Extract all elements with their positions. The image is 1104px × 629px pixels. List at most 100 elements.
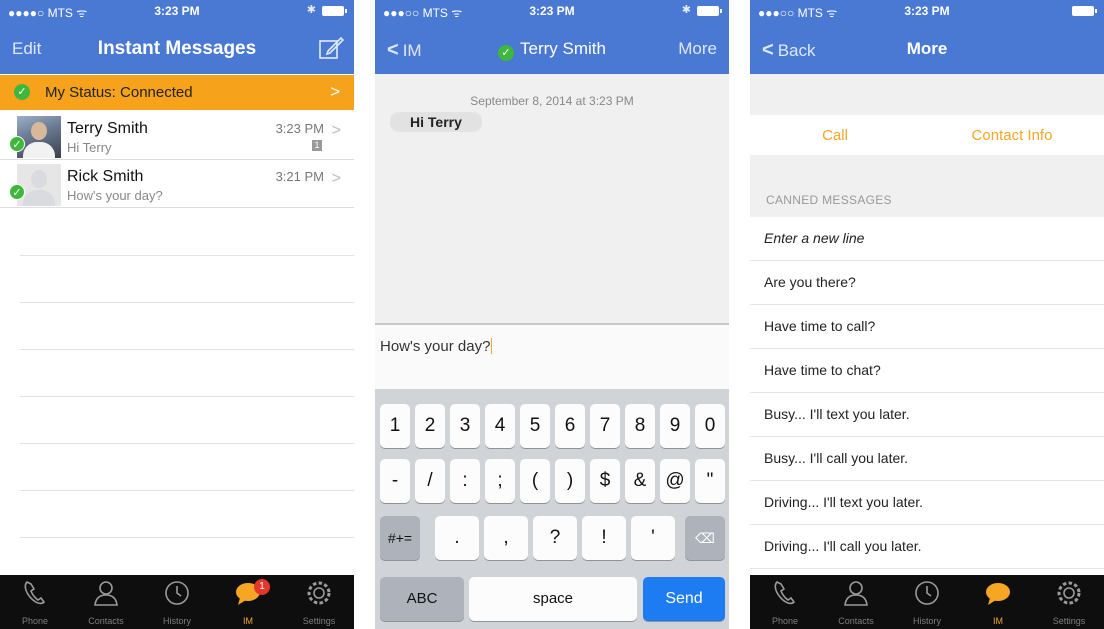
key[interactable]: 6 xyxy=(555,404,585,448)
canned-message-text: Are you there? xyxy=(764,274,856,290)
key[interactable]: : xyxy=(450,459,480,503)
canned-message-text: Busy... I'll call you later. xyxy=(764,450,909,466)
new-line-input[interactable]: Enter a new line xyxy=(750,217,1104,261)
message-time: 3:23 PM xyxy=(275,121,324,136)
canned-message[interactable]: Have time to call? xyxy=(750,305,1104,349)
key[interactable]: 7 xyxy=(590,404,620,448)
tab-label: Contacts xyxy=(838,616,874,626)
key[interactable]: ) xyxy=(555,459,585,503)
canned-message-text: Busy... I'll text you later. xyxy=(764,406,910,422)
conversation-row-rick[interactable]: ✓ Rick Smith How's your day? 3:21 PM > xyxy=(0,160,354,208)
tab-history[interactable]: History xyxy=(142,575,212,629)
key[interactable]: 8 xyxy=(625,404,655,448)
key[interactable]: 1 xyxy=(380,404,410,448)
divider xyxy=(20,443,354,444)
connected-check-icon: ✓ xyxy=(14,84,30,100)
compose-icon[interactable] xyxy=(318,36,344,60)
key[interactable]: ( xyxy=(520,459,550,503)
message-input[interactable]: How's your day? xyxy=(375,323,729,389)
key[interactable]: & xyxy=(625,459,655,503)
key[interactable]: 5 xyxy=(520,404,550,448)
tab-im[interactable]: IM xyxy=(963,575,1033,629)
key[interactable]: 4 xyxy=(485,404,515,448)
key[interactable]: , xyxy=(484,516,528,560)
tab-settings[interactable]: Settings xyxy=(1034,575,1104,629)
contacts-icon xyxy=(844,581,868,606)
key[interactable]: 9 xyxy=(660,404,690,448)
key[interactable]: ! xyxy=(582,516,626,560)
tab-settings[interactable]: Settings xyxy=(284,575,354,629)
canned-message[interactable]: Driving... I'll call you later. xyxy=(750,525,1104,569)
contacts-icon xyxy=(94,581,118,606)
canned-message-placeholder: Enter a new line xyxy=(764,230,865,246)
tab-im[interactable]: 1 IM xyxy=(213,575,283,629)
message-preview: Hi Terry xyxy=(67,140,112,155)
phone-icon xyxy=(24,581,46,605)
my-status-row[interactable]: ✓ My Status: Connected > xyxy=(0,75,354,110)
key[interactable]: " xyxy=(695,459,725,503)
canned-message[interactable]: Driving... I'll text you later. xyxy=(750,481,1104,525)
contact-name: Terry Smith xyxy=(520,39,606,58)
canned-message-text: Have time to chat? xyxy=(764,362,881,378)
gear-icon xyxy=(307,581,331,605)
chevron-right-icon: > xyxy=(330,82,340,101)
canned-message[interactable]: Are you there? xyxy=(750,261,1104,305)
conversation-screen: ●●●○○ MTS ᯤ 3:23 PM ✱ < IM ✓ Terry Smith M… xyxy=(375,0,729,629)
key[interactable]: ? xyxy=(533,516,577,560)
key[interactable]: $ xyxy=(590,459,620,503)
contact-name: Terry Smith xyxy=(67,120,148,137)
conversation-row-terry[interactable]: ✓ Terry Smith Hi Terry 3:23 PM 1 > xyxy=(0,112,354,160)
keyboard: 1 2 3 4 5 6 7 8 9 0 - / : ; ( ) $ & @ " … xyxy=(375,389,729,629)
clock-icon xyxy=(915,581,939,605)
more-screen: ●●●○○ MTS ᯤ 3:23 PM < Back More Call Cont… xyxy=(750,0,1104,629)
online-check-icon: ✓ xyxy=(498,45,515,61)
tab-contacts[interactable]: Contacts xyxy=(71,575,141,629)
key[interactable]: 3 xyxy=(450,404,480,448)
tab-label: IM xyxy=(993,616,1003,626)
status-bar: ●●●○○ MTS ᯤ 3:23 PM xyxy=(750,0,1104,22)
backspace-icon: ⌫ xyxy=(695,530,715,546)
send-button[interactable]: Send xyxy=(643,577,725,621)
battery-icon xyxy=(1072,6,1097,16)
canned-message[interactable]: Have time to chat? xyxy=(750,349,1104,393)
key[interactable]: - xyxy=(380,459,410,503)
message-thread: September 8, 2014 at 3:23 PM Hi Terry xyxy=(375,74,729,324)
canned-message[interactable]: Busy... I'll text you later. xyxy=(750,393,1104,437)
online-check-icon: ✓ xyxy=(9,136,25,152)
nav-bar: Edit Instant Messages xyxy=(0,22,354,74)
contact-info-button[interactable]: Contact Info xyxy=(920,127,1104,144)
call-button[interactable]: Call xyxy=(750,127,920,144)
key[interactable]: @ xyxy=(660,459,690,503)
backspace-key[interactable]: ⌫ xyxy=(685,516,725,560)
tab-label: History xyxy=(912,616,941,626)
section-background xyxy=(750,155,1104,219)
divider xyxy=(20,349,354,350)
tab-history[interactable]: History xyxy=(892,575,962,629)
message-date: September 8, 2014 at 3:23 PM xyxy=(470,94,634,108)
key[interactable]: . xyxy=(435,516,479,560)
tab-bar: Phone Contacts History IM Settings xyxy=(750,575,1104,629)
message-bubble: Hi Terry xyxy=(390,112,482,132)
status-bar: ●●●○○ MTS ᯤ 3:23 PM ✱ xyxy=(375,0,729,22)
more-button[interactable]: More xyxy=(678,39,717,59)
tab-contacts[interactable]: Contacts xyxy=(821,575,891,629)
divider xyxy=(20,255,354,256)
message-input-text[interactable]: How's your day? xyxy=(380,338,493,355)
key[interactable]: ; xyxy=(485,459,515,503)
section-header: CANNED MESSAGES xyxy=(766,193,892,207)
canned-message[interactable]: Busy... I'll call you later. xyxy=(750,437,1104,481)
key[interactable]: / xyxy=(415,459,445,503)
page-title: ✓ Terry Smith xyxy=(375,39,729,61)
tab-label: IM xyxy=(243,616,253,626)
key[interactable]: 2 xyxy=(415,404,445,448)
abc-key[interactable]: ABC xyxy=(380,577,464,621)
tab-phone[interactable]: Phone xyxy=(0,575,70,629)
key[interactable]: 0 xyxy=(695,404,725,448)
tab-phone[interactable]: Phone xyxy=(750,575,820,629)
symbols-key[interactable]: #+= xyxy=(380,516,420,560)
key[interactable]: ' xyxy=(631,516,675,560)
space-key[interactable]: space xyxy=(469,577,637,621)
chevron-right-icon: > xyxy=(331,170,341,187)
canned-message-text: Have time to call? xyxy=(764,318,876,334)
nav-bar: < IM ✓ Terry Smith More xyxy=(375,22,729,74)
